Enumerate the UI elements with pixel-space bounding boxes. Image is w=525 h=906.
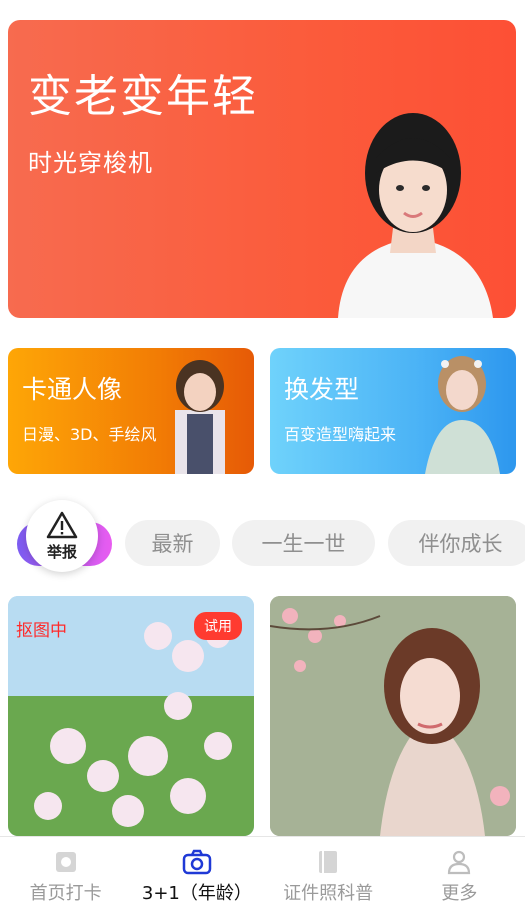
- nav-home-checkin[interactable]: 首页打卡: [0, 837, 131, 906]
- nav-id-photo-guide[interactable]: 证件照科普: [263, 837, 394, 906]
- nav-label-home: 首页打卡: [29, 883, 102, 904]
- warning-icon: [46, 511, 78, 538]
- nav-label-age: 3+1（年龄）: [141, 883, 252, 904]
- bottom-navigation: 首页打卡 3+1（年龄） 证件照科普 更多: [0, 836, 525, 906]
- cartoon-portrait-card[interactable]: 卡通人像 日漫、3D、手绘风: [8, 348, 254, 474]
- cartoon-card-subtitle: 日漫、3D、手绘风: [22, 425, 157, 444]
- report-button[interactable]: 举报: [26, 500, 98, 572]
- hairstyle-card-title: 换发型: [284, 375, 360, 404]
- hairstyle-card-subtitle: 百变造型嗨起来: [284, 425, 397, 444]
- nav-label-id-photo: 证件照科普: [283, 883, 374, 904]
- user-icon: [448, 850, 471, 875]
- nav-more[interactable]: 更多: [394, 837, 525, 906]
- trial-badge: 试用: [194, 612, 242, 640]
- cartoon-card-title: 卡通人像: [22, 375, 123, 404]
- change-hairstyle-card[interactable]: 换发型 百变造型嗨起来: [270, 348, 516, 474]
- hairstyle-card-image: [425, 356, 500, 474]
- nav-label-more: 更多: [441, 883, 478, 904]
- hero-banner[interactable]: 变老变年轻 时光穿梭机: [8, 20, 516, 318]
- camera-icon: [182, 849, 212, 875]
- tab-grow-with-you[interactable]: 伴你成长: [388, 520, 525, 566]
- spring-portrait-image: [270, 596, 516, 836]
- frame-icon: [55, 852, 76, 872]
- nav-age[interactable]: 3+1（年龄）: [131, 837, 262, 906]
- template-tile-spring[interactable]: [270, 596, 516, 836]
- template-tile-flowers[interactable]: 抠图中 试用: [8, 596, 254, 836]
- tab-lifetime[interactable]: 一生一世: [232, 520, 375, 566]
- category-tabs: 举报 最新 一生一世 伴你成长: [0, 500, 525, 586]
- book-icon: [319, 851, 338, 873]
- processing-tag: 抠图中: [16, 621, 67, 641]
- cartoon-card-image: [175, 360, 225, 474]
- report-label: 举报: [46, 542, 77, 561]
- tab-latest[interactable]: 最新: [125, 520, 220, 566]
- hero-portrait-image: [338, 113, 493, 318]
- hero-subtitle: 时光穿梭机: [28, 149, 153, 177]
- hero-title: 变老变年轻: [28, 71, 258, 122]
